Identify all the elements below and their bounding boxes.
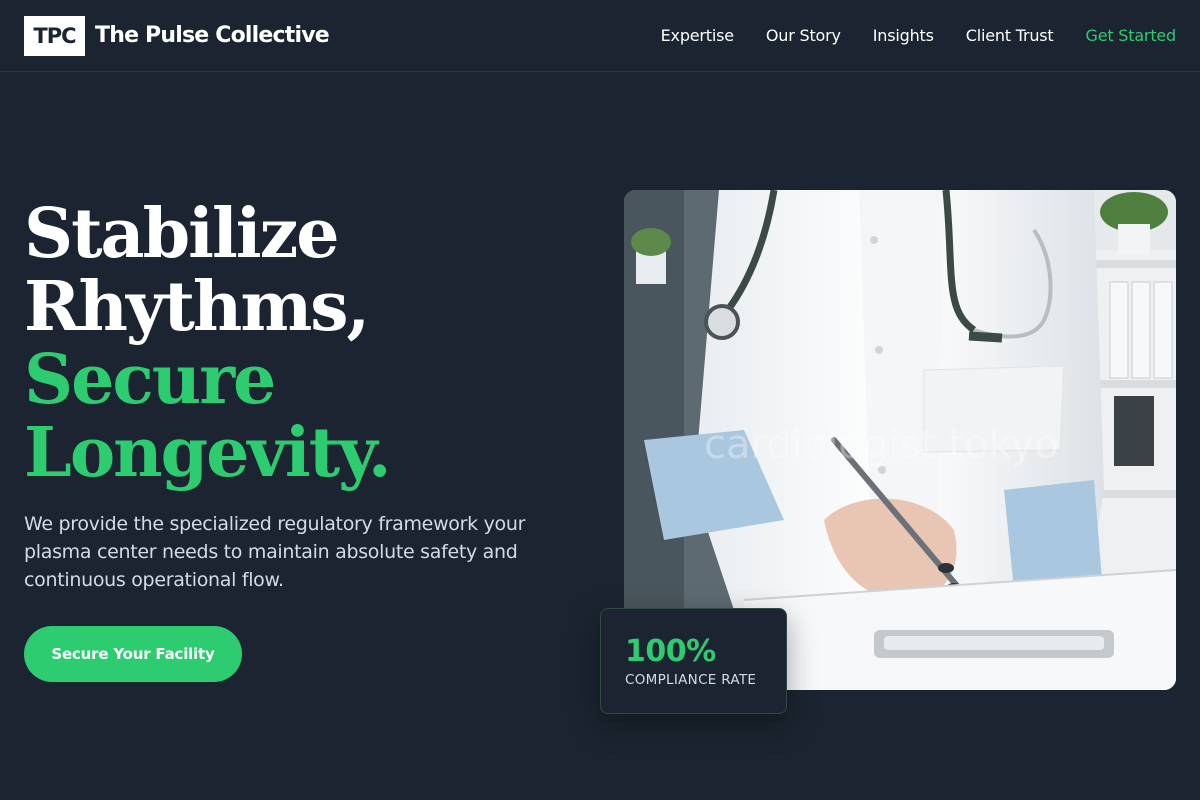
logo-mark[interactable]: TPC	[24, 16, 85, 56]
main-nav: Expertise Our Story Insights Client Trus…	[661, 22, 1177, 50]
secure-facility-button[interactable]: Secure Your Facility	[24, 626, 242, 682]
nav-link-get-started[interactable]: Get Started	[1086, 22, 1177, 50]
nav-link-insights[interactable]: Insights	[873, 22, 934, 50]
brand-name[interactable]: The Pulse Collective	[95, 20, 330, 52]
headline-line-accent: Longevity.	[24, 413, 392, 493]
photo-watermark: cardiologist tokyo	[704, 422, 1059, 468]
stat-label: COMPLIANCE RATE	[625, 672, 757, 688]
headline-line: Stabilize	[24, 194, 340, 274]
nav-link-client-trust[interactable]: Client Trust	[966, 22, 1054, 50]
hero-headline: Stabilize Rhythms, Secure Longevity.	[24, 198, 584, 490]
nav-link-expertise[interactable]: Expertise	[661, 22, 734, 50]
headline-line: Rhythms,	[24, 267, 370, 347]
headline-line-accent: Secure	[24, 340, 276, 420]
stat-value: 100%	[625, 634, 716, 669]
site-header: TPC The Pulse Collective Expertise Our S…	[0, 0, 1200, 72]
hero-subtext: We provide the specialized regulatory fr…	[24, 513, 526, 591]
nav-link-our-story[interactable]: Our Story	[766, 22, 841, 50]
compliance-stat-card: 100% COMPLIANCE RATE	[600, 608, 787, 714]
